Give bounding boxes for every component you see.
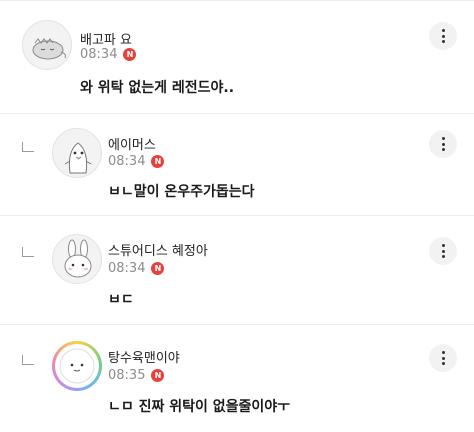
dot-icon (441, 137, 445, 140)
comment-text: ㄴㅁ 진짜 위탁이 없을줄이야ㅜ (108, 399, 291, 415)
round-face-avatar[interactable] (52, 341, 102, 391)
reply-item: 탕수육맨이야 08:35 N ㄴㅁ 진짜 위탁이 없을줄이야ㅜ (0, 325, 474, 432)
dot-icon (441, 351, 445, 354)
comment-text: ㅂㄴ말이 온우주가돕는다 (108, 184, 255, 200)
comment-author[interactable]: 배고파 요 (80, 29, 132, 48)
penguin-avatar[interactable] (52, 128, 102, 178)
reply-item: 스튜어디스 혜정아 08:34 N ㅂㄷ (0, 216, 474, 324)
comment-author[interactable]: 스튜어디스 혜정아 (108, 240, 208, 259)
more-options-button[interactable] (429, 344, 457, 372)
more-options-button[interactable] (429, 130, 457, 158)
reply-arrow-icon (22, 355, 34, 365)
dot-icon (441, 255, 445, 258)
dot-icon (441, 356, 445, 360)
dot-icon (441, 249, 445, 253)
comment-author[interactable]: 탕수육맨이야 (108, 347, 180, 366)
new-badge: N (151, 262, 165, 275)
reply-item: 에이머스 08:34 N ㅂㄴ말이 온우주가돕는다 (0, 114, 474, 215)
rabbit-avatar[interactable] (52, 234, 102, 284)
dot-icon (441, 34, 445, 38)
comment-meta: 08:34 N (108, 261, 165, 276)
comment-item: 배고파 요 08:34 N 와 위탁 없는게 레전드야.. (0, 0, 474, 113)
more-options-button[interactable] (429, 22, 457, 50)
comment-meta: 08:34 N (80, 47, 137, 62)
comment-text: ㅂㄷ (108, 292, 134, 308)
comment-time: 08:34 (108, 261, 146, 276)
comment-meta: 08:34 N (108, 154, 165, 169)
comment-text: 와 위탁 없는게 레전드야.. (80, 80, 235, 96)
new-badge: N (123, 48, 137, 61)
dot-icon (441, 148, 445, 151)
comment-meta: 08:35 N (108, 368, 165, 383)
reply-arrow-icon (22, 142, 34, 152)
dot-icon (441, 362, 445, 365)
new-badge: N (151, 155, 165, 168)
dot-icon (441, 142, 445, 146)
new-badge: N (151, 369, 165, 382)
dot-icon (441, 29, 445, 32)
dot-icon (441, 40, 445, 43)
sleeping-dinosaur-avatar[interactable] (22, 20, 72, 70)
more-options-button[interactable] (429, 237, 457, 265)
dot-icon (441, 244, 445, 247)
reply-arrow-icon (22, 247, 34, 257)
comment-time: 08:34 (80, 47, 118, 62)
comment-time: 08:34 (108, 154, 146, 169)
comment-author[interactable]: 에이머스 (108, 134, 156, 153)
comment-time: 08:35 (108, 368, 146, 383)
